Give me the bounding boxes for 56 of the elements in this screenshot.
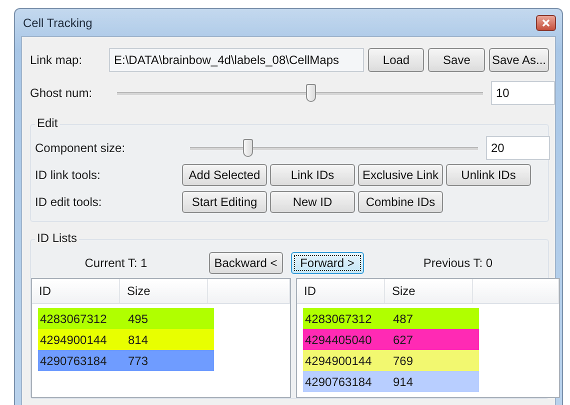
field-label: Component size:: [35, 141, 126, 155]
close-icon: [542, 18, 550, 26]
slider-thumb[interactable]: [306, 84, 316, 102]
id-cell-text: 4290763184: [304, 374, 373, 388]
slider[interactable]: [117, 85, 483, 101]
tool-button[interactable]: Add Selected: [182, 164, 267, 186]
size-cell-text: 495: [127, 312, 150, 326]
tool-button[interactable]: New ID: [270, 190, 355, 212]
tool-button[interactable]: Start Editing: [182, 190, 267, 212]
id-cell-text: 4290763184: [39, 354, 108, 368]
tool-button[interactable]: Unlink IDs: [446, 164, 531, 186]
nav-button[interactable]: Backward <: [209, 252, 282, 274]
field-label: ID link tools:: [35, 168, 102, 182]
field-label: Link map:: [30, 53, 84, 67]
field-label: ID edit tools:: [35, 194, 103, 208]
column-header[interactable]: Size: [385, 279, 473, 303]
tool-button[interactable]: Combine IDs: [358, 190, 443, 212]
list-row[interactable]: 4290763184 773: [38, 350, 214, 371]
list-row[interactable]: 4294405040 627: [303, 329, 479, 350]
size-cell-text: 814: [127, 332, 150, 346]
size-cell-text: 627: [392, 332, 414, 346]
tool-button[interactable]: Exclusive Link: [358, 164, 443, 186]
toolbar-button[interactable]: Save As...: [488, 48, 549, 72]
id-cell-text: 4294900144: [304, 354, 373, 368]
slider-thumb[interactable]: [242, 139, 253, 157]
group-title: ID Lists: [35, 231, 80, 245]
column-header[interactable]: ID: [32, 279, 120, 303]
id-cell-text: 4294405040: [304, 332, 373, 346]
list-row[interactable]: 4283067312 495: [38, 308, 214, 329]
link-map-field[interactable]: E:\DATA\brainbow_4d\labels_08\CellMaps: [109, 48, 364, 72]
close-button[interactable]: [536, 14, 556, 30]
id-cell-text: 4283067312: [304, 312, 373, 326]
list-row[interactable]: 4294900144 814: [38, 329, 214, 350]
group-title: Edit: [35, 116, 60, 130]
slider[interactable]: [190, 140, 478, 156]
previous-time-label: Previous T: 0: [422, 256, 494, 270]
size-cell-text: 769: [392, 354, 414, 368]
size-cell-text: 914: [392, 374, 414, 388]
tool-button[interactable]: Link IDs: [270, 164, 355, 186]
toolbar-button[interactable]: Load: [368, 48, 424, 72]
list-row[interactable]: 4294900144 769: [303, 350, 479, 371]
current-time-label: Current T: 1: [84, 256, 148, 270]
size-cell-text: 773: [127, 354, 150, 368]
id-cell-text: 4294900144: [39, 332, 108, 346]
nav-button[interactable]: Forward >: [290, 252, 364, 274]
list-row[interactable]: 4283067312 487: [303, 308, 479, 329]
id-cell-text: 4283067312: [39, 312, 108, 326]
list-row[interactable]: 4290763184 914: [303, 371, 479, 392]
column-header[interactable]: ID: [297, 279, 385, 303]
number-field[interactable]: 10: [491, 81, 555, 105]
field-label: Ghost num:: [30, 86, 94, 100]
number-field[interactable]: 20: [486, 136, 550, 160]
toolbar-button[interactable]: Save: [428, 48, 485, 72]
column-header[interactable]: Size: [120, 279, 208, 303]
size-cell-text: 487: [392, 312, 414, 326]
window-title: Cell Tracking: [23, 16, 92, 30]
